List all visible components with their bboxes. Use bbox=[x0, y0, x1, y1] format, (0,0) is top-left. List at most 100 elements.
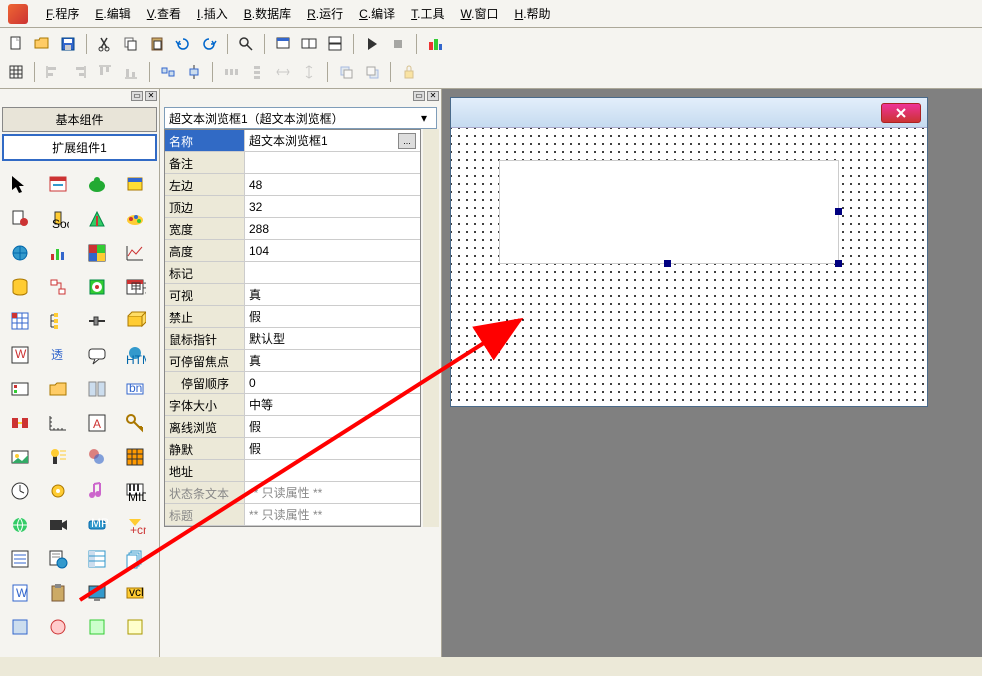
same-height-button[interactable] bbox=[297, 60, 321, 84]
menu-compile[interactable]: C.编译 bbox=[351, 5, 403, 22]
comp-globe-icon[interactable] bbox=[6, 239, 34, 267]
comp-gates-icon[interactable] bbox=[6, 409, 34, 437]
prop-value[interactable]: 假 bbox=[245, 416, 420, 437]
comp-target-icon[interactable] bbox=[83, 273, 111, 301]
comp-window-icon[interactable] bbox=[121, 171, 149, 199]
menu-database[interactable]: B.数据库 bbox=[236, 5, 299, 22]
tab-order-button[interactable] bbox=[156, 60, 180, 84]
comp-res-icon[interactable] bbox=[6, 375, 34, 403]
object-selector-combo[interactable]: 超文本浏览框1（超文本浏览框） ▾ bbox=[164, 107, 437, 129]
comp-db-icon[interactable] bbox=[6, 273, 34, 301]
comp-slider-icon[interactable] bbox=[83, 307, 111, 335]
sel-handle[interactable] bbox=[664, 260, 671, 267]
comp-form-icon[interactable] bbox=[44, 171, 72, 199]
comp-image-icon[interactable] bbox=[6, 443, 34, 471]
menu-insert[interactable]: I.插入 bbox=[189, 5, 236, 22]
palette-tab-ext1[interactable]: 扩展组件1 bbox=[2, 134, 157, 161]
open-file-button[interactable] bbox=[30, 32, 54, 56]
prop-row[interactable]: 地址 bbox=[165, 460, 420, 482]
prop-value[interactable]: 超文本浏览框1... bbox=[245, 130, 420, 151]
new-file-button[interactable] bbox=[4, 32, 28, 56]
lock-button[interactable] bbox=[397, 60, 421, 84]
prop-value[interactable]: 真 bbox=[245, 284, 420, 305]
prop-row[interactable]: 顶边32 bbox=[165, 196, 420, 218]
comp-splitter-icon[interactable] bbox=[83, 375, 111, 403]
find-button[interactable] bbox=[234, 32, 258, 56]
comp-transparent-icon[interactable]: 透 bbox=[44, 341, 72, 369]
config-button[interactable] bbox=[423, 32, 447, 56]
comp-richtext-icon[interactable]: W bbox=[6, 341, 34, 369]
prop-value[interactable]: 假 bbox=[245, 306, 420, 327]
comp-tree-icon[interactable] bbox=[44, 307, 72, 335]
align-right-button[interactable] bbox=[67, 60, 91, 84]
prop-value[interactable]: 104 bbox=[245, 240, 420, 261]
comp-calendar-icon[interactable]: 甲子 bbox=[121, 273, 149, 301]
prop-row[interactable]: 备注 bbox=[165, 152, 420, 174]
design-window[interactable] bbox=[450, 97, 928, 407]
bring-front-button[interactable] bbox=[334, 60, 358, 84]
comp-mp3-icon[interactable]: MP3 bbox=[83, 511, 111, 539]
comp-colorpick-icon[interactable] bbox=[83, 239, 111, 267]
window2-button[interactable] bbox=[297, 32, 321, 56]
window3-button[interactable] bbox=[323, 32, 347, 56]
prop-row[interactable]: 静默假 bbox=[165, 438, 420, 460]
space-horiz-button[interactable] bbox=[219, 60, 243, 84]
comp-cn-icon[interactable]: +cn bbox=[121, 511, 149, 539]
redo-button[interactable] bbox=[197, 32, 221, 56]
comp-gear-icon[interactable] bbox=[44, 477, 72, 505]
properties-scrollbar[interactable] bbox=[423, 129, 439, 527]
props-float-button[interactable]: ▭ bbox=[413, 91, 425, 101]
undo-button[interactable] bbox=[171, 32, 195, 56]
prop-value[interactable]: 0 bbox=[245, 372, 420, 393]
comp-word-icon[interactable]: W bbox=[6, 579, 34, 607]
prop-row[interactable]: 标题** 只读属性 ** bbox=[165, 504, 420, 526]
align-bottom-button[interactable] bbox=[119, 60, 143, 84]
cut-button[interactable] bbox=[93, 32, 117, 56]
comp-doc3-icon[interactable] bbox=[121, 545, 149, 573]
prop-value[interactable] bbox=[245, 152, 420, 173]
comp-key-icon[interactable] bbox=[121, 409, 149, 437]
comp-anim-icon[interactable] bbox=[83, 443, 111, 471]
same-width-button[interactable] bbox=[271, 60, 295, 84]
panel-close-button[interactable]: ✕ bbox=[145, 91, 157, 101]
menu-run[interactable]: R.运行 bbox=[299, 5, 351, 22]
menu-program[interactable]: F.程序 bbox=[38, 5, 87, 22]
comp-screen-icon[interactable] bbox=[83, 579, 111, 607]
center-horiz-button[interactable] bbox=[182, 60, 206, 84]
layout-grid-button[interactable] bbox=[4, 60, 28, 84]
copy-button[interactable] bbox=[119, 32, 143, 56]
comp-ruler-icon[interactable] bbox=[44, 409, 72, 437]
comp-extra3-icon[interactable] bbox=[83, 613, 111, 641]
send-back-button[interactable] bbox=[360, 60, 384, 84]
prop-edit-button[interactable]: ... bbox=[398, 133, 416, 149]
prop-value[interactable] bbox=[245, 460, 420, 481]
pointer-tool[interactable] bbox=[6, 171, 34, 199]
comp-textA-icon[interactable]: A bbox=[83, 409, 111, 437]
comp-midi-icon[interactable]: MIDI bbox=[121, 477, 149, 505]
window1-button[interactable] bbox=[271, 32, 295, 56]
comp-video-icon[interactable] bbox=[44, 511, 72, 539]
prop-row[interactable]: 停留顺序0 bbox=[165, 372, 420, 394]
sel-handle[interactable] bbox=[835, 208, 842, 215]
prop-row[interactable]: 鼠标指针默认型 bbox=[165, 328, 420, 350]
comp-chart-icon[interactable] bbox=[44, 239, 72, 267]
comp-sheet-icon[interactable] bbox=[6, 307, 34, 335]
comp-browser-icon[interactable] bbox=[44, 545, 72, 573]
comp-folder-icon[interactable] bbox=[44, 375, 72, 403]
comp-grid2-icon[interactable] bbox=[121, 443, 149, 471]
comp-light-icon[interactable] bbox=[44, 443, 72, 471]
stop-button[interactable] bbox=[386, 32, 410, 56]
prop-row[interactable]: 可视真 bbox=[165, 284, 420, 306]
prop-value[interactable]: ** 只读属性 ** bbox=[245, 482, 420, 503]
comp-tooltip-icon[interactable] bbox=[83, 341, 111, 369]
comp-html-icon[interactable]: HTML bbox=[121, 341, 149, 369]
prop-value[interactable]: 32 bbox=[245, 196, 420, 217]
comp-extra2-icon[interactable] bbox=[44, 613, 72, 641]
prop-row[interactable]: 标记 bbox=[165, 262, 420, 284]
prop-row[interactable]: 可停留焦点真 bbox=[165, 350, 420, 372]
menu-view[interactable]: V.查看 bbox=[139, 5, 189, 22]
paste-button[interactable] bbox=[145, 32, 169, 56]
design-body[interactable] bbox=[451, 128, 927, 406]
comp-audio-icon[interactable] bbox=[6, 205, 34, 233]
prop-value[interactable]: ** 只读属性 ** bbox=[245, 504, 420, 525]
